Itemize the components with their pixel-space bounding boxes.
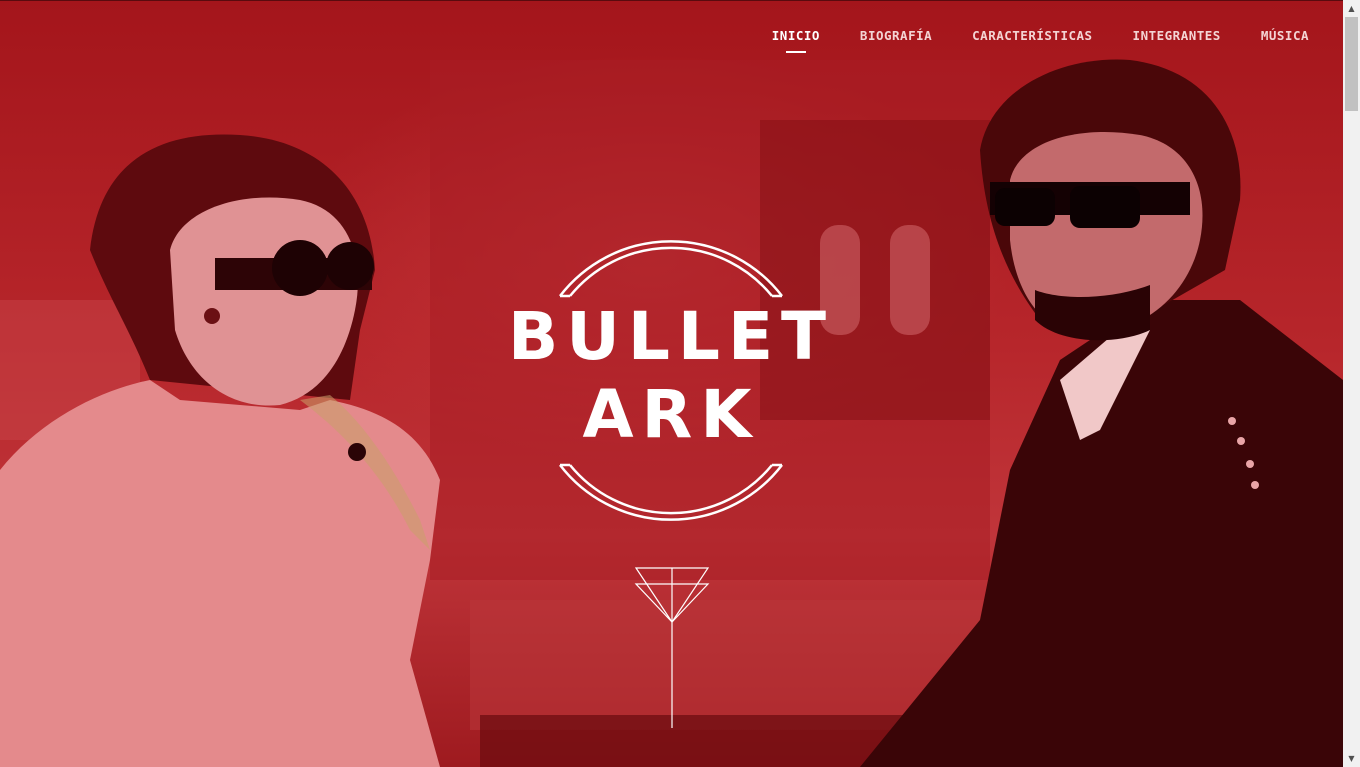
main-nav: INICIO BIOGRAFÍA CARACTERÍSTICAS INTEGRA…: [772, 28, 1309, 53]
arrow-triangle-icon[interactable]: [634, 566, 710, 728]
logo-line-2: ARK: [582, 376, 760, 453]
top-border: [0, 0, 1343, 1]
page-scrollbar[interactable]: ▲ ▼: [1343, 0, 1360, 767]
nav-item-biografia[interactable]: BIOGRAFÍA: [860, 28, 932, 53]
band-logo: BULLET ARK: [498, 236, 844, 528]
scroll-up-icon[interactable]: ▲: [1343, 0, 1360, 17]
nav-item-caracteristicas[interactable]: CARACTERÍSTICAS: [972, 28, 1092, 53]
page: INICIO BIOGRAFÍA CARACTERÍSTICAS INTEGRA…: [0, 0, 1360, 767]
nav-item-integrantes[interactable]: INTEGRANTES: [1133, 28, 1221, 53]
logo-line-1: BULLET: [507, 298, 835, 375]
nav-item-inicio[interactable]: INICIO: [772, 28, 820, 53]
nav-item-musica[interactable]: MÚSICA: [1261, 28, 1309, 53]
scrollbar-thumb[interactable]: [1345, 17, 1358, 111]
scroll-down-icon[interactable]: ▼: [1343, 750, 1360, 767]
